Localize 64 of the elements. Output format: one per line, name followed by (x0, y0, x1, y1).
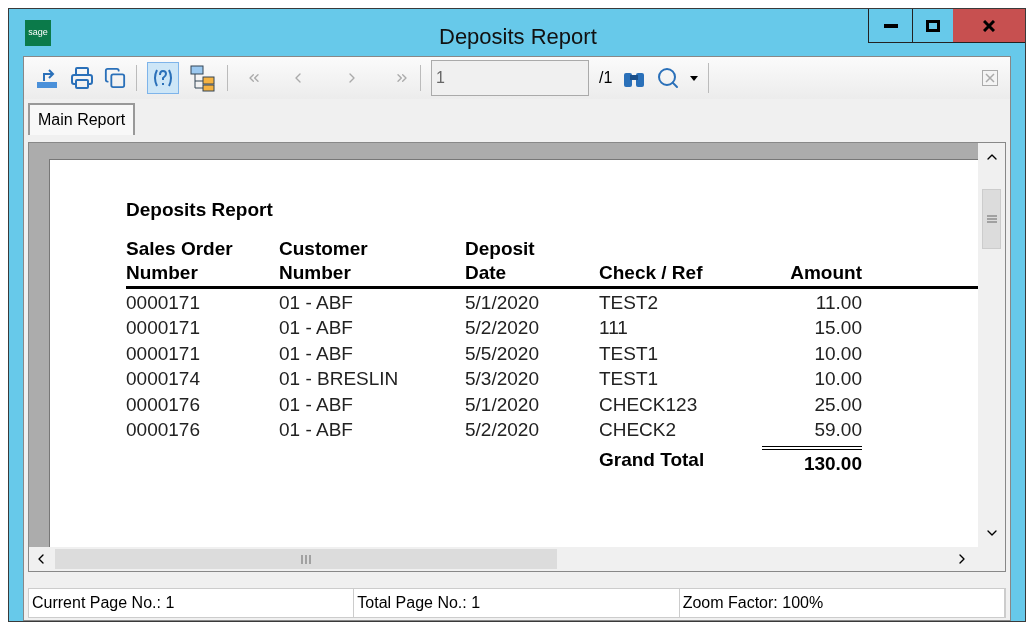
minimize-button[interactable] (868, 9, 913, 43)
grip-icon (301, 554, 311, 564)
table-cell-text: 01 - ABF (279, 341, 354, 366)
table-cell-text: CHECK123 (599, 392, 699, 417)
table-cell-text: 5/2/2020 (465, 418, 540, 442)
minimize-icon (883, 23, 898, 28)
column-header: Customer Number (279, 236, 369, 285)
table-cell-text: 11.00 (814, 290, 862, 315)
table-cell-text: 5/2/2020 (465, 316, 540, 340)
table-cell-text: 01 - ABF (279, 418, 354, 442)
table-cell-text: TEST1 (599, 367, 660, 391)
report-title: Deposits Report (126, 198, 274, 222)
column-header: Sales Order Number (126, 236, 234, 285)
column-header: Deposit Date (465, 236, 536, 285)
page-total: /1 (599, 68, 613, 88)
table-cell-text: 15.00 (813, 316, 862, 340)
table-cell-text: 10.00 (813, 341, 862, 366)
table-cell-text: 0000171 (126, 341, 201, 366)
table-cell-text: 10.00 (813, 367, 862, 391)
grand-total-label: Grand Total (599, 447, 706, 472)
scroll-thumb[interactable] (982, 189, 1001, 249)
table-cell-text: 01 - ABF (279, 316, 354, 340)
table-cell-text: TEST2 (599, 290, 660, 315)
column-header: Amount (790, 260, 862, 285)
table-cell-text: 0000176 (126, 392, 201, 417)
help-button[interactable] (147, 62, 179, 94)
table-cell-text: 5/1/2020 (465, 290, 540, 315)
column-header: Check / Ref (599, 260, 703, 285)
close-button[interactable] (953, 9, 1025, 43)
report-tab[interactable]: Main Report (28, 103, 136, 135)
table-cell-text: 5/3/2020 (465, 367, 540, 391)
table-cell-text: CHECK2 (599, 418, 678, 442)
vertical-scrollbar[interactable] (978, 143, 1005, 547)
print-icon[interactable] (70, 66, 94, 90)
table-cell-text: TEST1 (599, 341, 660, 366)
grip-icon (986, 215, 997, 223)
zoom-icon[interactable] (656, 66, 681, 90)
copy-icon[interactable] (104, 67, 126, 89)
table-cell-text: 5/1/2020 (465, 392, 540, 417)
table-cell-text: 0000171 (126, 316, 201, 340)
table-cell-text: 0000171 (126, 290, 201, 315)
table-cell-text: 01 - BRESLIN (279, 367, 400, 391)
table-cell-text: 0000176 (126, 418, 201, 442)
window-title: Deposits Report (439, 23, 597, 51)
status-text: Total Page No.: 1 (354, 589, 680, 617)
close-icon (983, 19, 995, 32)
table-cell-text: 01 - ABF (279, 392, 354, 417)
table-cell-text: 0000174 (126, 367, 201, 391)
horizontal-scrollbar[interactable] (29, 547, 978, 571)
group-tree-icon[interactable] (189, 64, 217, 92)
table-cell-text: 5/5/2020 (465, 341, 540, 366)
help-icon (151, 68, 175, 88)
table-cell-text: 111 (599, 316, 629, 340)
table-cell-text: 01 - ABF (279, 290, 354, 315)
table-cell-text: 59.00 (813, 418, 862, 442)
grand-total-value: 130.00 (762, 445, 862, 478)
maximize-icon (926, 19, 940, 32)
table-cell-text: 25.00 (813, 392, 862, 417)
page-number-field[interactable]: 1 (431, 60, 589, 96)
status-text: Zoom Factor: 100% (679, 589, 1005, 617)
status-text: Current Page No.: 1 (29, 589, 355, 617)
scroll-thumb[interactable] (55, 549, 557, 569)
caret-icon[interactable] (690, 75, 699, 81)
app-logo: sage (25, 19, 51, 46)
